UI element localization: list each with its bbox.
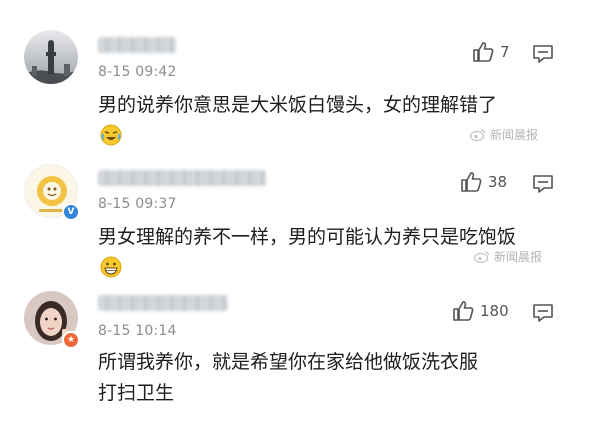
like-count: 7 xyxy=(500,43,510,61)
comment-time: 8-15 09:42 xyxy=(98,64,177,80)
avatar[interactable] xyxy=(24,30,78,84)
thumbs-up-icon xyxy=(473,42,494,62)
weibo-logo-icon xyxy=(470,129,486,141)
thumbs-up-icon xyxy=(461,172,482,192)
like-button[interactable]: 38 xyxy=(460,172,507,192)
comment-text: 所谓我养你，就是希望你在家给他做饭洗衣服打扫卫生 xyxy=(98,351,479,404)
comment-text: 男的说养你意思是大米饭白馒头，女的理解错了 xyxy=(98,94,498,116)
watermark: 新闻晨报 xyxy=(470,126,538,143)
like-button[interactable]: 7 xyxy=(472,42,510,62)
like-count: 180 xyxy=(480,302,509,320)
comment-icon[interactable] xyxy=(532,44,554,64)
verified-badge: V xyxy=(62,203,80,221)
verified-badge: ★ xyxy=(62,331,80,349)
watermark-text: 新闻晨报 xyxy=(494,250,543,264)
comment-item: V 8-15 09:37 38 男女理解的养不一样，男的可能认为养只是吃饱饭 新… xyxy=(0,150,600,285)
grinning-emoji xyxy=(100,256,122,278)
username-blurred[interactable] xyxy=(98,37,176,53)
weibo-logo-icon xyxy=(474,251,490,263)
comment-item: 8-15 09:42 7 男的说养你意思是大米饭白馒头，女的理解错了 新闻晨报 xyxy=(0,0,600,150)
watermark-text: 新闻晨报 xyxy=(490,128,539,142)
username-blurred[interactable] xyxy=(98,295,228,311)
watermark: 新闻晨报 xyxy=(474,248,542,265)
comment-text: 男女理解的养不一样，男的可能认为养只是吃饱饭 xyxy=(98,226,517,248)
comment-icon[interactable] xyxy=(532,174,554,194)
crying-laughing-emoji xyxy=(100,124,122,146)
like-count: 38 xyxy=(488,173,508,191)
comment-time: 8-15 09:37 xyxy=(98,196,177,212)
username-blurred[interactable] xyxy=(98,170,266,186)
comment-item: ★ 8-15 10:14 180 所谓我养你，就是希望你在家给他做饭洗衣服打扫卫… xyxy=(0,285,600,433)
thumbs-up-icon xyxy=(453,301,474,321)
like-button[interactable]: 180 xyxy=(452,301,509,321)
comment-icon[interactable] xyxy=(532,303,554,323)
comment-time: 8-15 10:14 xyxy=(98,323,177,339)
